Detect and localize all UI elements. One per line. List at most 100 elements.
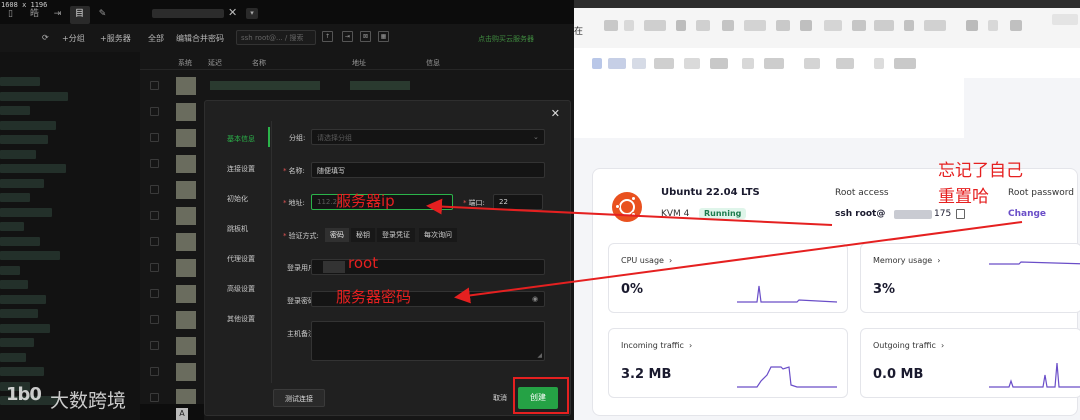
auth-option-ask[interactable]: 每次询问 [419, 228, 457, 242]
add-group-button[interactable]: +分组 [62, 33, 85, 44]
name-input[interactable]: 随便填写 [311, 162, 545, 178]
os-thumbnail [176, 233, 196, 251]
chevron-down-icon[interactable]: ⌄ [533, 133, 539, 141]
row-checkbox[interactable] [150, 81, 159, 90]
group-list-item[interactable] [0, 352, 26, 362]
group-list-item[interactable] [0, 207, 52, 217]
group-list-item[interactable] [0, 178, 44, 188]
nav-init[interactable]: 初始化 [227, 194, 248, 204]
pixelated-block [624, 20, 634, 31]
edit-password-button[interactable]: 编辑合并密码 [176, 33, 224, 44]
column-latency[interactable]: 延迟 [208, 58, 222, 68]
group-list-item[interactable] [0, 251, 60, 260]
note-textarea[interactable]: ◢ [311, 321, 545, 361]
group-list-item[interactable] [0, 222, 24, 231]
chevron-down-icon[interactable]: ▾ [246, 8, 258, 19]
row-checkbox[interactable] [150, 107, 159, 116]
row-checkbox[interactable] [150, 263, 159, 272]
column-name[interactable]: 名称 [252, 58, 266, 68]
group-list-item[interactable] [0, 367, 44, 376]
row-checkbox[interactable] [150, 289, 159, 298]
outgoing-traffic-card[interactable]: Outgoing traffic › 0.0 MB [860, 328, 1080, 398]
os-thumbnail [176, 103, 196, 121]
pixelated-block [742, 58, 754, 69]
file-icon[interactable]: ▯ [4, 9, 17, 20]
tab-title-blurred[interactable] [152, 9, 224, 18]
os-thumbnail [176, 311, 196, 329]
group-list-item[interactable] [0, 265, 20, 275]
tab-fragment[interactable]: 在 [574, 24, 583, 37]
test-connection-button[interactable]: 测试连接 [273, 389, 325, 407]
row-checkbox[interactable] [150, 237, 159, 246]
auth-option-credential[interactable]: 登录凭证 [377, 228, 415, 242]
row-checkbox[interactable] [150, 133, 159, 142]
group-list-item[interactable] [0, 120, 56, 130]
import-icon[interactable]: ⇥ [342, 31, 353, 42]
nav-jump-host[interactable]: 跳板机 [227, 224, 248, 234]
row-checkbox[interactable] [150, 367, 159, 376]
group-list-item[interactable] [0, 106, 30, 115]
group-list-item[interactable] [0, 338, 34, 347]
row-checkbox[interactable] [150, 159, 159, 168]
group-list-item[interactable] [0, 280, 28, 289]
transfer-icon[interactable]: ⇥ [51, 9, 64, 20]
cpu-usage-card[interactable]: CPU usage › 0% [608, 243, 848, 313]
export-icon[interactable]: ⊠ [360, 31, 371, 42]
list-icon[interactable]: 目 [73, 9, 86, 20]
auth-option-password[interactable]: 密码 [325, 228, 349, 242]
close-icon[interactable]: ✕ [551, 107, 560, 120]
nav-proxy[interactable]: 代理设置 [227, 254, 255, 264]
auth-option-key[interactable]: 秘钥 [351, 228, 375, 242]
auth-label: * 验证方式: [283, 232, 319, 240]
row-checkbox[interactable] [150, 393, 159, 402]
change-password-link[interactable]: Change [1008, 209, 1046, 219]
incoming-sparkline [737, 366, 837, 388]
refresh-icon[interactable]: ⟳ [42, 33, 49, 42]
group-list-item[interactable] [0, 236, 40, 246]
user-input[interactable] [311, 259, 545, 275]
group-list-item[interactable] [0, 77, 40, 86]
upload-icon[interactable]: ↑ [322, 31, 333, 42]
memory-usage-card[interactable]: Memory usage › 3% [860, 243, 1080, 313]
font-icon[interactable]: A [176, 408, 188, 420]
column-os[interactable]: 系统 [178, 58, 192, 68]
row-checkbox[interactable] [150, 211, 159, 220]
group-list-item[interactable] [0, 193, 30, 202]
group-list-item[interactable] [0, 91, 68, 101]
group-list-item[interactable] [0, 164, 66, 173]
row-checkbox[interactable] [150, 341, 159, 350]
cancel-button[interactable]: 取消 [487, 389, 513, 407]
os-name: Ubuntu 22.04 LTS [661, 187, 760, 198]
terminal-icon[interactable]: 皓 [28, 9, 41, 20]
filter-all-button[interactable]: 全部 [148, 33, 164, 44]
buy-server-link[interactable]: 点击购买云服务器 [478, 34, 534, 44]
pixelated-block [684, 58, 700, 69]
watermark: 1b0 大数跨境 [6, 384, 136, 418]
port-input[interactable]: 22 [493, 194, 543, 210]
incoming-traffic-card[interactable]: Incoming traffic › 3.2 MB [608, 328, 848, 398]
group-list-item[interactable] [0, 323, 50, 333]
resize-grip-icon[interactable]: ◢ [537, 352, 542, 359]
column-address[interactable]: 地址 [352, 58, 366, 68]
group-list-item[interactable] [0, 294, 46, 304]
nav-other[interactable]: 其他设置 [227, 314, 255, 324]
nav-connection[interactable]: 连接设置 [227, 164, 255, 174]
row-checkbox[interactable] [150, 185, 159, 194]
grid-icon[interactable]: ▦ [378, 31, 389, 42]
group-list-item[interactable] [0, 149, 36, 159]
os-thumbnail [176, 285, 196, 303]
column-info[interactable]: 信息 [426, 58, 440, 68]
group-list-item[interactable] [0, 135, 48, 144]
group-list-item[interactable] [0, 309, 38, 318]
row-checkbox[interactable] [150, 315, 159, 324]
group-select[interactable]: 请选择分组 [311, 129, 545, 145]
eye-icon[interactable]: ◉ [532, 295, 538, 303]
add-server-button[interactable]: +服务器 [100, 33, 131, 44]
edit-icon[interactable]: ✎ [96, 9, 109, 20]
annotation-server-password: 服务器密码 [336, 288, 412, 306]
nav-advanced[interactable]: 高级设置 [227, 284, 255, 294]
copy-icon[interactable] [956, 209, 965, 219]
search-input[interactable]: ssh root@... / 搜索 [236, 30, 316, 45]
nav-basic-info[interactable]: 基本信息 [227, 134, 255, 144]
tab-close-icon[interactable]: ✕ [228, 6, 237, 19]
